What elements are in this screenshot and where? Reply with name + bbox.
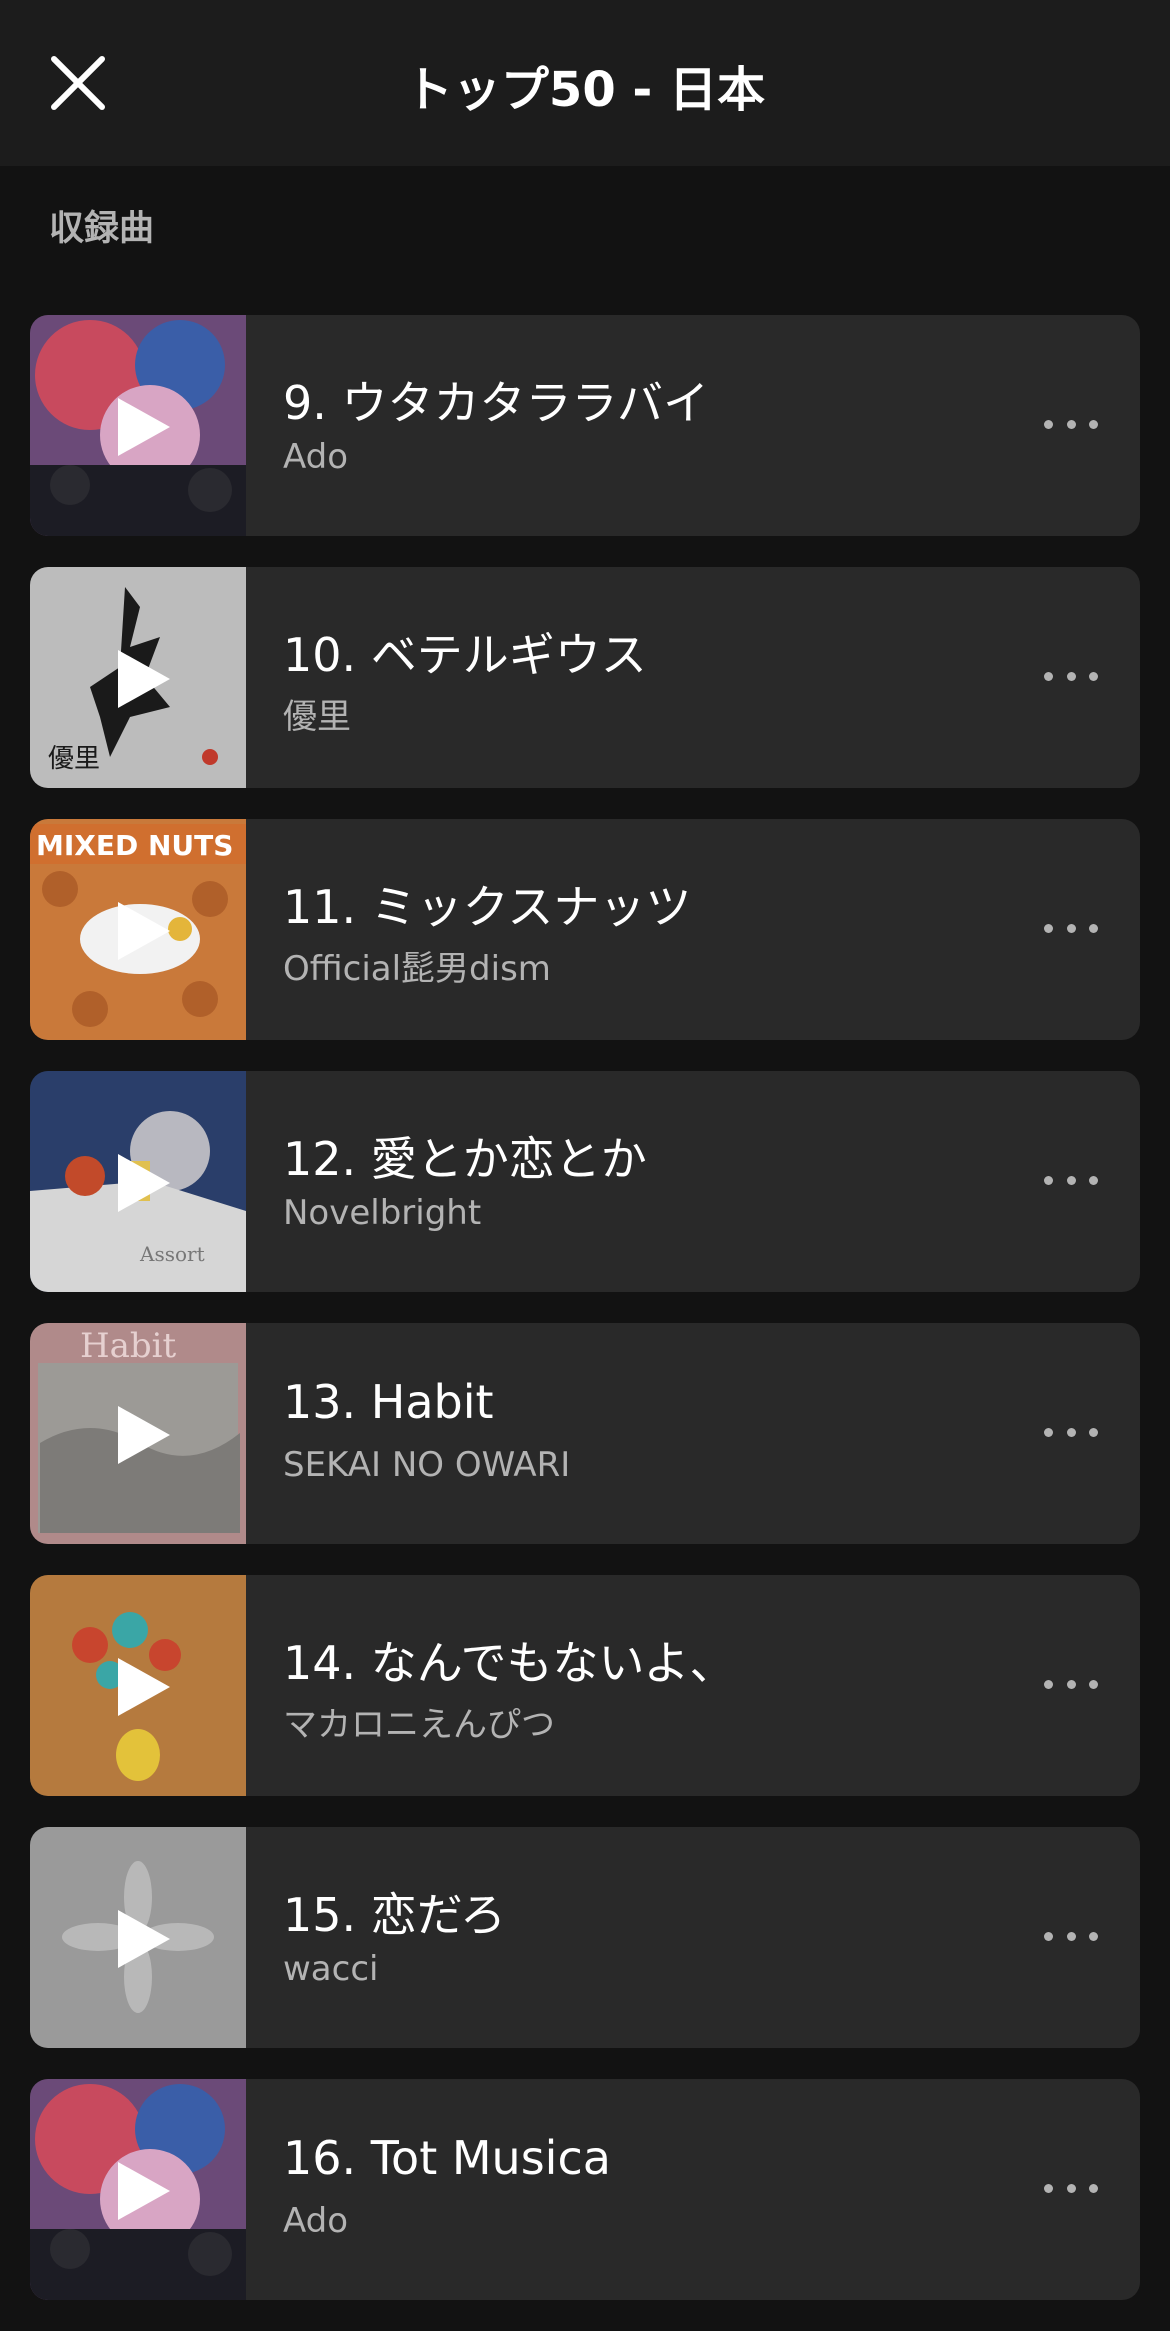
track-row[interactable]: 優里 10. ベテルギウス 優里	[30, 567, 1140, 788]
play-icon[interactable]	[118, 650, 170, 708]
track-row[interactable]: 16. Tot Musica Ado	[30, 2079, 1140, 2300]
track-artist: Ado	[283, 437, 349, 477]
svg-text:MIXED NUTS: MIXED NUTS	[36, 829, 233, 862]
album-art	[30, 2079, 246, 2300]
more-options-icon[interactable]	[1044, 1165, 1098, 1195]
album-art: 優里	[30, 567, 246, 788]
album-art: Habit	[30, 1323, 246, 1544]
album-art: Assort	[30, 1071, 246, 1292]
track-row[interactable]: MIXED NUTS 11. ミックスナッツ Official髭男dism	[30, 819, 1140, 1040]
play-icon[interactable]	[118, 1910, 170, 1968]
play-icon[interactable]	[118, 398, 170, 456]
track-title: 11. ミックスナッツ	[283, 880, 692, 934]
track-artist: wacci	[283, 1949, 379, 1989]
track-artist: Official髭男dism	[283, 949, 551, 989]
section-label: 収録曲	[49, 209, 155, 249]
track-artist: Novelbright	[283, 1193, 482, 1233]
play-icon[interactable]	[118, 2162, 170, 2220]
track-title: 13. Habit	[283, 1375, 494, 1429]
track-title: 16. Tot Musica	[283, 2131, 611, 2185]
album-art	[30, 1827, 246, 2048]
track-title: 14. なんでもないよ、	[283, 1636, 736, 1690]
more-options-icon[interactable]	[1044, 2173, 1098, 2203]
album-art	[30, 315, 246, 536]
track-artist: 優里	[283, 697, 351, 737]
track-artist: SEKAI NO OWARI	[283, 1445, 571, 1485]
play-icon[interactable]	[118, 1406, 170, 1464]
track-row[interactable]: Assort 12. 愛とか恋とか Novelbright	[30, 1071, 1140, 1292]
play-icon[interactable]	[118, 1658, 170, 1716]
more-options-icon[interactable]	[1044, 1921, 1098, 1951]
more-options-icon[interactable]	[1044, 913, 1098, 943]
svg-text:Assort: Assort	[139, 1242, 205, 1266]
play-icon[interactable]	[118, 1154, 170, 1212]
track-artist: Ado	[283, 2201, 349, 2241]
album-art: MIXED NUTS	[30, 819, 246, 1040]
track-row[interactable]: 9. ウタカタララバイ Ado	[30, 315, 1140, 536]
track-artist: マカロニえんぴつ	[283, 1705, 555, 1745]
track-list: 9. ウタカタララバイ Ado 優里 10. ベテルギウス 優里 MIXED N…	[30, 315, 1140, 2331]
track-row[interactable]: 15. 恋だろ wacci	[30, 1827, 1140, 2048]
track-title: 10. ベテルギウス	[283, 628, 647, 682]
track-title: 12. 愛とか恋とか	[283, 1132, 647, 1186]
svg-text:Habit: Habit	[80, 1326, 177, 1366]
track-row[interactable]: 14. なんでもないよ、 マカロニえんぴつ	[30, 1575, 1140, 1796]
more-options-icon[interactable]	[1044, 409, 1098, 439]
svg-text:優里: 優里	[48, 744, 100, 774]
more-options-icon[interactable]	[1044, 1669, 1098, 1699]
album-art	[30, 1575, 246, 1796]
track-row[interactable]: Habit 13. Habit SEKAI NO OWARI	[30, 1323, 1140, 1544]
more-options-icon[interactable]	[1044, 1417, 1098, 1447]
track-title: 9. ウタカタララバイ	[283, 376, 710, 430]
track-title: 15. 恋だろ	[283, 1888, 507, 1942]
header-bar: トップ50 - 日本	[0, 0, 1170, 166]
play-icon[interactable]	[118, 902, 170, 960]
more-options-icon[interactable]	[1044, 661, 1098, 691]
page-title: トップ50 - 日本	[404, 62, 766, 118]
